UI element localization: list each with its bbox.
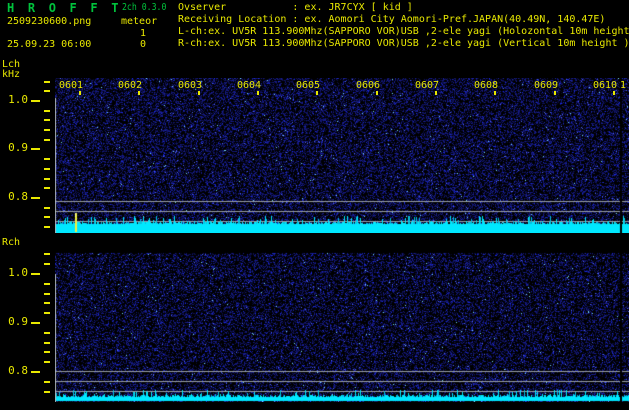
time-minute-tick — [257, 91, 259, 95]
time-minute-tick — [79, 91, 81, 95]
lch-minor-tick — [44, 110, 50, 112]
rch-minor-tick — [44, 263, 50, 265]
rch-minor-tick — [44, 332, 50, 334]
rch-meteor-count: 0 — [139, 39, 146, 50]
lch-minor-tick — [44, 178, 50, 180]
lch-minor-tick — [44, 168, 50, 170]
hrofft-screen: H R O F F T 2ch 0.3.0 2509230600.png met… — [0, 0, 629, 410]
lch-freq-tick-label: 0.9 — [8, 141, 28, 154]
rch-minor-tick — [44, 342, 50, 344]
time-minute-tick — [138, 91, 140, 95]
lch-minor-tick — [44, 119, 50, 121]
rch-major-tick — [31, 371, 40, 373]
rch-minor-tick — [44, 253, 50, 255]
lch-major-tick — [31, 197, 40, 199]
rch-freq-tick-label: 1.0 — [8, 266, 28, 279]
time-minute-tick — [554, 91, 556, 95]
rch-rig-info-line: R-ch:ex. UV5R 113.900Mhz(SAPPORO VOR)USB… — [178, 38, 629, 49]
rch-major-tick — [31, 322, 40, 324]
time-minute-tick — [494, 91, 496, 95]
app-title: H R O F F T — [7, 1, 122, 15]
time-minute-tick — [316, 91, 318, 95]
lch-rig-info-line: L-ch:ex. UV5R 113.900Mhz(SAPPORO VOR)USB… — [178, 26, 629, 37]
observer-info-line: Ovserver : ex. JR7CYX [ kid ] — [178, 2, 413, 13]
rch-minor-tick — [44, 283, 50, 285]
datetime-label: 25.09.23 06:00 — [7, 39, 92, 50]
lch-freq-tick-label: 1.0 — [8, 93, 28, 106]
rch-minor-tick — [44, 302, 50, 304]
lch-minor-tick — [44, 216, 50, 218]
lch-minor-tick — [44, 90, 50, 92]
rch-freq-tick-label: 0.9 — [8, 315, 28, 328]
lch-minor-tick — [44, 81, 50, 83]
lch-major-tick — [31, 148, 40, 150]
rch-minor-tick — [44, 293, 50, 295]
time-minute-tick — [198, 91, 200, 95]
location-info-line: Receiving Location : ex. Aomori City Aom… — [178, 14, 606, 25]
rch-freq-tick-label: 0.8 — [8, 364, 28, 377]
time-minute-tick — [376, 91, 378, 95]
lch-minor-tick — [44, 139, 50, 141]
lch-spectrogram — [55, 78, 629, 233]
output-filename: 2509230600.png — [7, 16, 92, 27]
rch-minor-tick — [44, 312, 50, 314]
lch-minor-tick — [44, 187, 50, 189]
lch-major-tick — [31, 100, 40, 102]
rch-minor-tick — [44, 381, 50, 383]
lch-minor-tick — [44, 158, 50, 160]
rch-minor-tick — [44, 351, 50, 353]
rch-spectrogram — [55, 252, 629, 402]
rch-minor-tick — [44, 391, 50, 393]
lch-axis-unit: kHz — [2, 69, 21, 80]
time-label-partial: 1 — [619, 80, 627, 91]
rch-major-tick — [31, 273, 40, 275]
lch-minor-tick — [44, 129, 50, 131]
lch-freq-tick-label: 0.8 — [8, 190, 28, 203]
time-minute-tick — [435, 91, 437, 95]
mode-label: meteor — [121, 16, 158, 27]
lch-minor-tick — [44, 226, 50, 228]
app-version: 2ch 0.3.0 — [122, 2, 167, 13]
lch-minor-tick — [44, 207, 50, 209]
rch-minor-tick — [44, 361, 50, 363]
rch-panel-label: Rch — [2, 237, 21, 248]
